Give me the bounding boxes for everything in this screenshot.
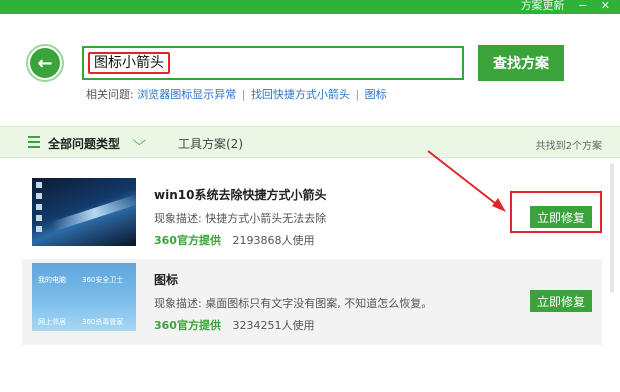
annotation-arrow-icon bbox=[427, 150, 506, 212]
